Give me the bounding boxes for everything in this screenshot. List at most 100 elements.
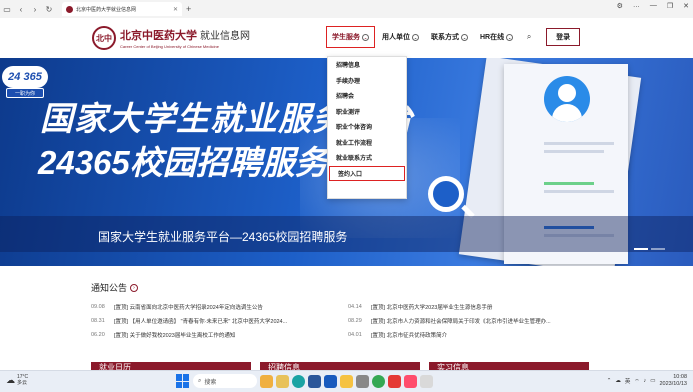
app-icon[interactable] — [388, 374, 401, 388]
menu-item-career-counseling[interactable]: 职业个体咨询 — [328, 119, 406, 135]
notice-row[interactable]: 06.20 [置顶] 关于做好我校2023届毕业生离校工作的通知 — [91, 328, 287, 342]
volume-icon[interactable]: ♪ — [644, 378, 647, 384]
profile-avatar-icon — [544, 76, 590, 122]
maximize-icon[interactable]: ❐ — [667, 2, 673, 10]
menu-item-career-assessment[interactable]: 职业测评 — [328, 104, 406, 120]
chevron-down-icon: ⌄ — [506, 33, 514, 41]
battery-icon[interactable]: ▭ — [650, 378, 655, 384]
forward-icon[interactable]: › — [28, 2, 42, 16]
menu-item-recruitment-info[interactable]: 招聘信息 — [328, 57, 406, 73]
notices-right-column: 04.14 [置顶] 北京中医药大学2023届毕业生生源信息手册 08.29 [… — [348, 300, 551, 342]
word-icon[interactable] — [324, 374, 337, 388]
taskbar-search[interactable]: ⌕ 搜索 — [193, 374, 257, 388]
notice-date: 06.20 — [91, 332, 105, 338]
chevron-down-icon: ⌄ — [461, 33, 468, 41]
notice-row[interactable]: 04.01 [置顶] 北京市征兵优待政策简介 — [348, 328, 551, 342]
notice-link[interactable]: [置顶] 云南省面向北京中医药大学招录2024年定向选调生公告 — [114, 303, 263, 311]
settings-app-icon[interactable] — [356, 374, 369, 388]
back-icon[interactable]: ‹ — [14, 2, 28, 16]
notice-link[interactable]: [置顶] 北京市人力资源和社会保障局关于印发《北京市引进毕业生管理办... — [371, 317, 551, 325]
university-emblem-icon: 北中 — [92, 26, 116, 50]
chevron-right-icon: › — [130, 283, 139, 292]
carousel-dot[interactable] — [651, 248, 665, 250]
nav-hr-online[interactable]: HR在线 ⌄ — [475, 26, 518, 48]
clock-time: 10:08 — [673, 374, 687, 380]
tray-expand-icon[interactable]: ⌃ — [607, 378, 612, 384]
menu-item-workflow[interactable]: 就业工作流程 — [328, 135, 406, 151]
edge-browser-icon[interactable] — [292, 374, 305, 388]
browser-tabbar: ▭ ‹ › ↻ 北京中医药大学就业信息网 ✕ + ⚙ … — ❐ ✕ — [0, 0, 693, 18]
menu-item-signing-entry[interactable]: 签约入口 — [329, 165, 405, 181]
main-nav: 学生服务 ⌄ 用人单位 ⌄ 联系方式 ⌄ HR在线 ⌄ ⌕ 登录 — [326, 26, 581, 48]
login-button[interactable]: 登录 — [546, 28, 581, 46]
system-tray: ⌃ ☁ 英 ⌔ ♪ ▭ 10:08 2023/10/13 — [607, 374, 687, 388]
widget-app-icon[interactable] — [260, 374, 273, 388]
notice-row[interactable]: 04.14 [置顶] 北京中医药大学2023届毕业生生源信息手册 — [348, 300, 551, 314]
notice-link[interactable]: [置顶] 【用人单位邀请函】 "青春有你·未来已来" 北京中医药大学2024..… — [114, 317, 287, 325]
notice-date: 04.14 — [348, 304, 362, 310]
settings-icon[interactable]: ⚙ — [617, 2, 623, 10]
magnifier-icon — [428, 176, 464, 212]
school-name: 北京中医药大学 — [120, 29, 197, 42]
app-icon[interactable] — [404, 374, 417, 388]
badge-number: 24 365 — [2, 66, 48, 88]
refresh-icon[interactable]: ↻ — [42, 2, 56, 16]
notices-heading[interactable]: 通知公告 › — [91, 281, 139, 294]
file-explorer-icon[interactable] — [276, 374, 289, 388]
notice-row[interactable]: 08.29 [置顶] 北京市人力资源和社会保障局关于印发《北京市引进毕业生管理办… — [348, 314, 551, 328]
notice-link[interactable]: [置顶] 关于做好我校2023届毕业生离校工作的通知 — [114, 331, 235, 339]
carousel-pager — [634, 248, 665, 250]
menu-item-contact[interactable]: 就业联系方式 — [328, 150, 406, 166]
notice-link[interactable]: [置顶] 北京市征兵优待政策简介 — [371, 331, 447, 339]
wifi-icon[interactable]: ⌔ — [634, 378, 639, 385]
taskbar-clock[interactable]: 10:08 2023/10/13 — [659, 374, 687, 388]
minimize-icon[interactable]: — — [650, 2, 657, 10]
close-tab-icon[interactable]: ✕ — [173, 6, 178, 13]
notice-row[interactable]: 08.31 [置顶] 【用人单位邀请函】 "青春有你·未来已来" 北京中医药大学… — [91, 314, 287, 328]
app-icon[interactable] — [420, 374, 433, 388]
menu-item-job-fair[interactable]: 招聘会 — [328, 88, 406, 104]
weather-widget[interactable]: ☁ 17°C 多云 — [6, 374, 28, 386]
favicon-icon — [66, 5, 73, 13]
taskbar-apps: ⌕ 搜索 — [176, 374, 433, 388]
chevron-down-icon: ⌄ — [412, 33, 419, 41]
notice-link[interactable]: [置顶] 北京中医药大学2023届毕业生生源信息手册 — [371, 303, 492, 311]
notice-date: 09.08 — [91, 304, 105, 310]
banner-caption: 国家大学生就业服务平台—24365校园招聘服务 — [98, 230, 348, 244]
browser-tab[interactable]: 北京中医药大学就业信息网 ✕ — [62, 2, 182, 16]
notice-date: 08.31 — [91, 318, 105, 324]
folder-icon[interactable] — [340, 374, 353, 388]
more-icon[interactable]: … — [633, 2, 640, 10]
window-controls: ⚙ … — ❐ ✕ — [617, 2, 689, 10]
app-icon[interactable] — [308, 374, 321, 388]
site-header: 北中 北京中医药大学 就业信息网 Career Center of Beijin… — [0, 18, 693, 58]
ime-indicator[interactable]: 英 — [625, 377, 631, 385]
new-tab-icon[interactable]: + — [186, 4, 191, 14]
chrome-icon[interactable] — [372, 374, 385, 388]
carousel-dot[interactable] — [634, 248, 648, 250]
search-icon: ⌕ — [198, 377, 202, 384]
nav-label: 联系方式 — [431, 34, 459, 41]
notice-row[interactable]: 09.08 [置顶] 云南省面向北京中医药大学招录2024年定向选调生公告 — [91, 300, 287, 314]
site-logo[interactable]: 北中 北京中医药大学 就业信息网 Career Center of Beijin… — [92, 26, 250, 50]
windows-taskbar: ☁ 17°C 多云 ⌕ 搜索 ⌃ ☁ 英 ⌔ ♪ ▭ 10:08 2023/10… — [0, 370, 693, 392]
tab-title: 北京中医药大学就业信息网 — [76, 6, 137, 13]
nav-contact[interactable]: 联系方式 ⌄ — [426, 26, 473, 48]
weather-desc: 多云 — [17, 380, 28, 386]
badge-slogan: 一职为你 — [6, 88, 44, 98]
cloud-icon: ☁ — [6, 374, 15, 385]
english-name: Career Center of Beijing University of C… — [120, 44, 219, 49]
chevron-down-icon: ⌄ — [362, 33, 369, 41]
onedrive-icon[interactable]: ☁ — [615, 378, 621, 384]
nav-student-services[interactable]: 学生服务 ⌄ — [326, 26, 375, 48]
banner-headline-2: 24365校园招聘服务 — [38, 144, 328, 181]
windows-start-icon[interactable] — [176, 374, 190, 388]
nav-employers[interactable]: 用人单位 ⌄ — [377, 26, 424, 48]
nav-label: 学生服务 — [332, 34, 360, 41]
search-icon[interactable]: ⌕ — [520, 26, 538, 48]
close-window-icon[interactable]: ✕ — [683, 2, 689, 10]
tab-actions-icon[interactable]: ▭ — [0, 2, 14, 16]
student-services-dropdown: 招聘信息 手续办理 招聘会 职业测评 职业个体咨询 就业工作流程 就业联系方式 … — [327, 56, 407, 199]
menu-item-procedures[interactable]: 手续办理 — [328, 73, 406, 89]
taskbar-search-label: 搜索 — [204, 379, 217, 386]
